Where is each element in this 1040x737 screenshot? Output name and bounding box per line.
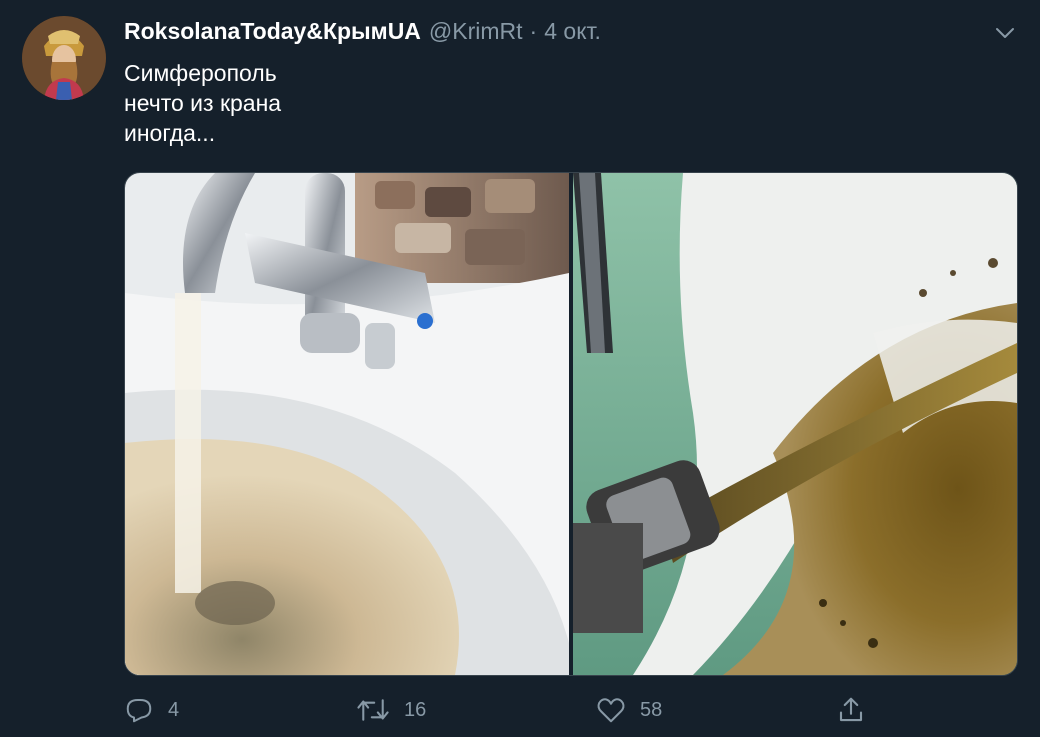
- avatar-portrait-image: [22, 16, 106, 100]
- tweet-text-line: иногда...: [124, 120, 216, 146]
- sink-photo-image: [125, 173, 569, 675]
- reply-count: 4: [168, 698, 180, 721]
- tweet[interactable]: RoksolanaToday&КрымUA @KrimRt · 4 окт. С…: [0, 0, 1040, 737]
- tweet-actions: 4 16 58: [124, 692, 884, 728]
- media-photo-1[interactable]: [125, 173, 569, 675]
- like-count: 58: [640, 698, 663, 721]
- tweet-text: Симферополь нечто из крана иногда...: [124, 58, 281, 148]
- bathtub-photo-image: [573, 173, 1017, 675]
- retweet-button[interactable]: 16: [356, 692, 426, 728]
- tweet-text-line: нечто из крана: [124, 90, 282, 116]
- display-name[interactable]: RoksolanaToday&КрымUA: [124, 18, 421, 45]
- heart-icon: [597, 698, 625, 723]
- chevron-down-icon: [996, 28, 1014, 38]
- tweet-header: RoksolanaToday&КрымUA @KrimRt · 4 окт.: [124, 18, 980, 50]
- avatar[interactable]: [22, 16, 106, 100]
- tweet-text-line: Симферополь: [124, 60, 277, 86]
- media-photo-2[interactable]: [573, 173, 1017, 675]
- separator-dot: ·: [529, 18, 538, 44]
- reply-button[interactable]: 4: [124, 692, 179, 728]
- reply-icon: [126, 699, 152, 723]
- timestamp[interactable]: 4 окт.: [544, 18, 601, 45]
- retweet-count: 16: [404, 698, 427, 721]
- like-button[interactable]: 58: [596, 692, 662, 728]
- tweet-media: [124, 172, 1018, 676]
- more-options-button[interactable]: [992, 20, 1018, 46]
- retweet-icon: [357, 699, 389, 721]
- share-icon: [839, 697, 863, 722]
- user-handle[interactable]: @KrimRt: [429, 18, 523, 45]
- share-button[interactable]: [836, 692, 866, 728]
